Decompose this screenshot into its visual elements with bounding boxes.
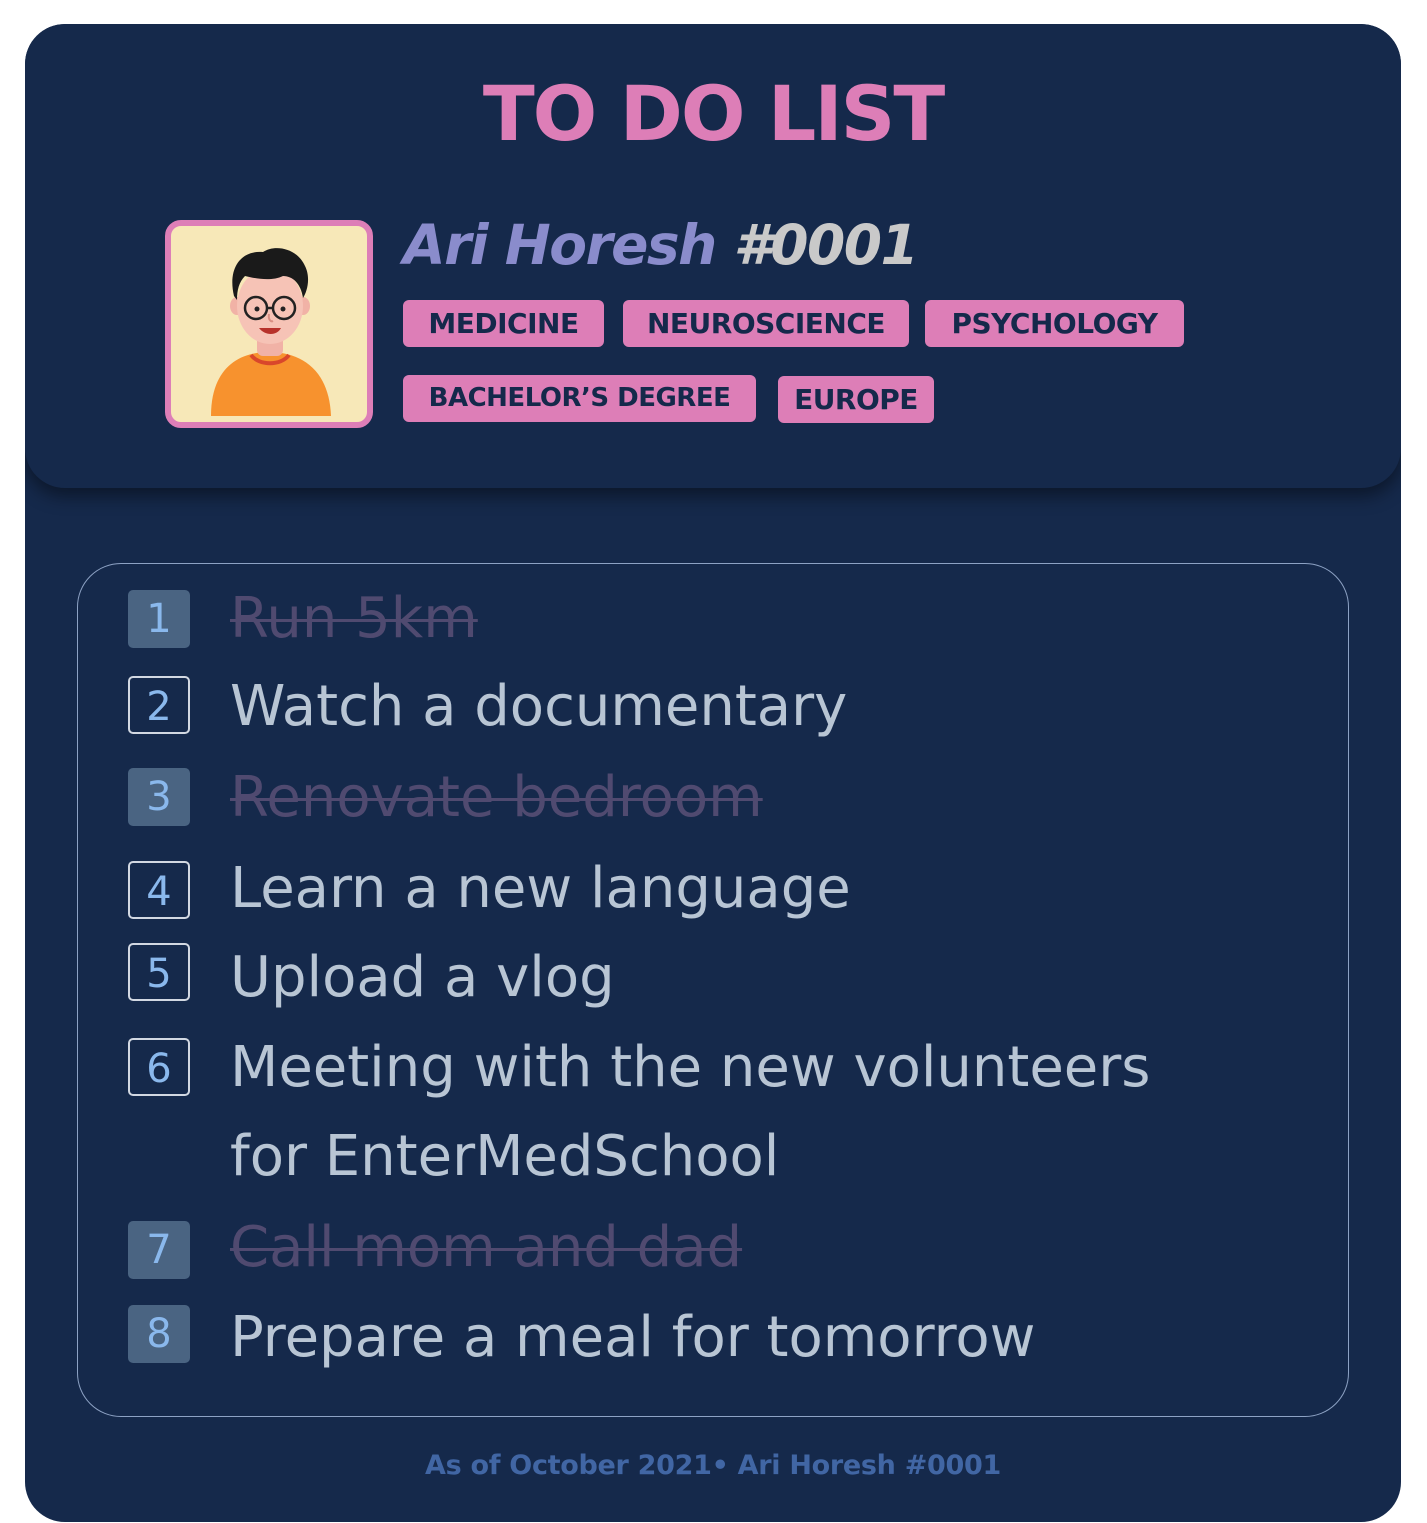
tag-europe: EUROPE (778, 376, 934, 423)
tag-psychology: PSYCHOLOGY (925, 300, 1184, 347)
task-text: Call mom and dad (230, 1215, 743, 1280)
user-title: Ari Horesh #0001 (403, 218, 919, 273)
task-text: Upload a vlog (230, 945, 615, 1010)
tag-neuroscience: NEUROSCIENCE (623, 300, 909, 347)
task-text: Run 5km (230, 586, 478, 651)
task-text: Meeting with the new volunteers (230, 1035, 1151, 1100)
todo-card: TO DO LIST Ari Horesh #0001 MEDICINE NEU… (25, 24, 1401, 1522)
tag-bachelors-degree: BACHELOR’S DEGREE (403, 375, 756, 422)
task-number: 4 (128, 861, 190, 919)
task-number: 6 (128, 1038, 190, 1096)
task-text: Renovate bedroom (230, 765, 763, 830)
task-number: 1 (128, 590, 190, 648)
task-text-continued: for EnterMedSchool (230, 1124, 780, 1189)
task-number: 7 (128, 1221, 190, 1279)
task-text: Learn a new language (230, 856, 851, 921)
task-list: 1 Run 5km 2 Watch a documentary 3 Renova… (77, 563, 1349, 1417)
tag-medicine: MEDICINE (403, 300, 604, 347)
task-text: Prepare a meal for tomorrow (230, 1305, 1036, 1370)
footer-caption: As of October 2021• Ari Horesh #0001 (425, 1450, 1001, 1481)
task-text: Watch a documentary (230, 674, 848, 739)
avatar (165, 220, 373, 428)
page-title: TO DO LIST (482, 69, 945, 158)
user-name: Ari Horesh (403, 213, 717, 277)
task-number: 8 (128, 1305, 190, 1363)
task-number: 5 (128, 943, 190, 1001)
profile-header: TO DO LIST Ari Horesh #0001 MEDICINE NEU… (25, 24, 1401, 488)
task-number: 3 (128, 768, 190, 826)
cartoon-avatar-icon (211, 248, 331, 416)
user-id: #0001 (733, 213, 918, 277)
task-number: 2 (128, 676, 190, 734)
